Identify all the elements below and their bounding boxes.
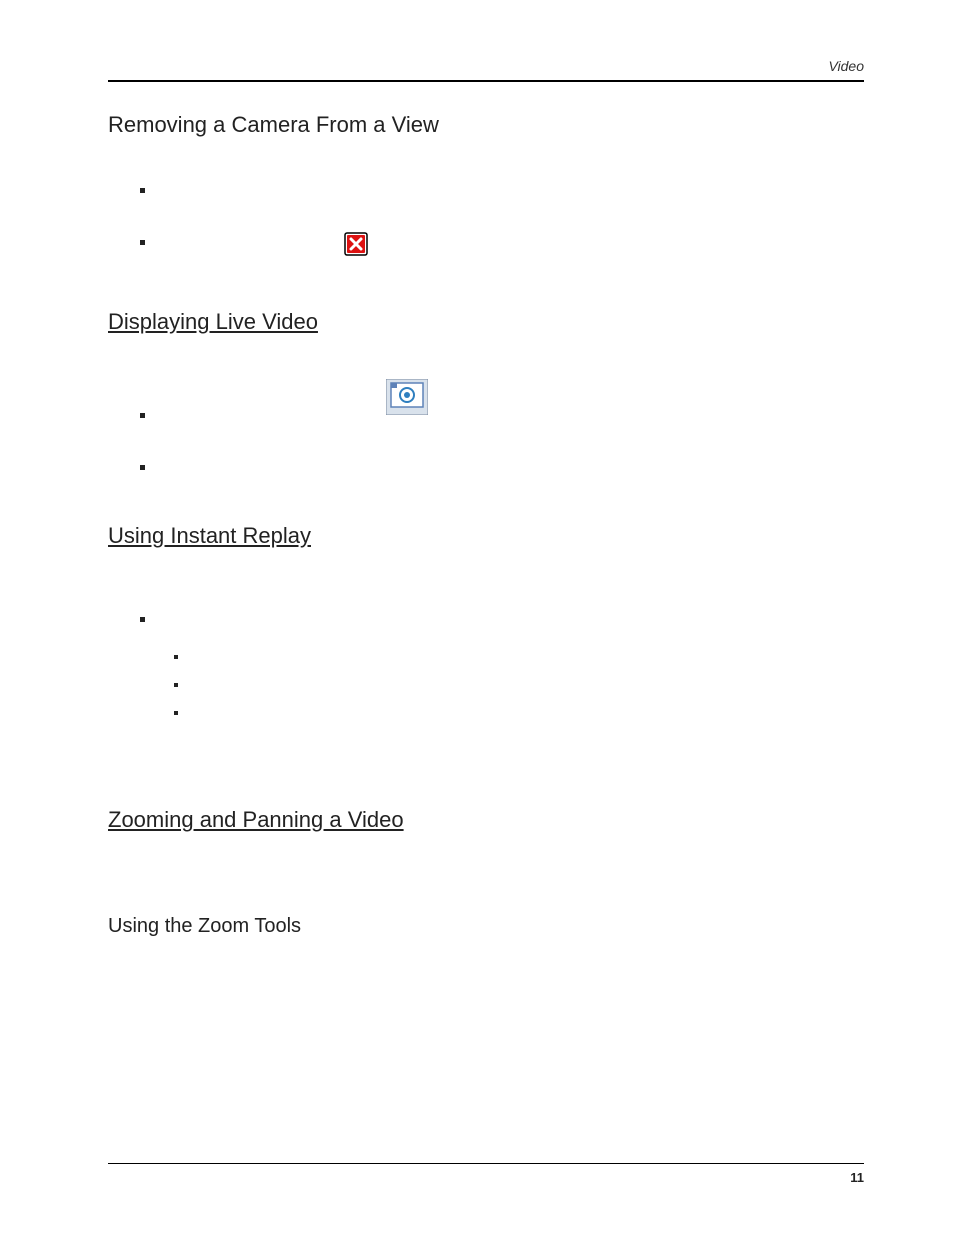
list-item [144,609,864,627]
sub-bullets-instant-replay [178,649,864,717]
footer-rule [108,1163,864,1164]
bullets-instant-replay [144,609,864,627]
list-item [178,649,864,661]
list-item [178,677,864,689]
page-number: 11 [108,1170,864,1185]
header-rule [108,80,864,82]
list-item [144,457,864,475]
close-icon [344,232,368,261]
live-view-icon [386,379,428,420]
list-item [144,405,864,423]
heading-instant-replay: Using Instant Replay [108,523,864,549]
bullets-live-video [144,405,864,475]
page: Video Removing a Camera From a View Disp… [0,0,954,1235]
list-item [144,232,864,261]
list-item [178,705,864,717]
list-item [144,180,864,198]
heading-remove-camera: Removing a Camera From a View [108,112,864,138]
running-head: Video [108,58,864,80]
heading-zoom-tools: Using the Zoom Tools [108,915,864,938]
heading-zoom-pan: Zooming and Panning a Video [108,807,864,833]
heading-live-video: Displaying Live Video [108,309,864,335]
page-footer: 11 [108,1163,864,1185]
bullets-remove-camera [144,180,864,261]
